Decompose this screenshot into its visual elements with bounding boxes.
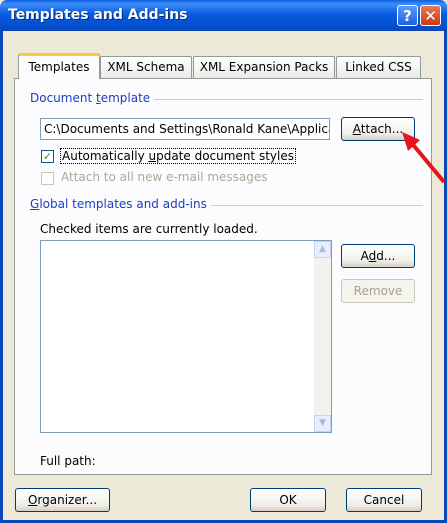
loaded-items-info: Checked items are currently loaded. <box>40 222 258 236</box>
templates-addins-dialog: Templates and Add-ins ? ✕ Templates XML … <box>0 0 447 523</box>
organizer-button[interactable]: Organizer... <box>15 488 110 512</box>
tab-linked-css[interactable]: Linked CSS <box>336 56 421 78</box>
list-scrollbar[interactable]: ▲ ▼ <box>314 241 331 432</box>
global-templates-list[interactable]: ▲ ▼ <box>40 240 332 433</box>
full-path-label: Full path: <box>40 454 96 468</box>
annotation-arrow-icon <box>402 132 446 184</box>
document-template-group-label: Document template <box>30 91 155 105</box>
title-bar[interactable]: Templates and Add-ins ? ✕ <box>0 0 447 31</box>
attach-email-checkbox[interactable] <box>41 172 54 185</box>
close-icon[interactable]: ✕ <box>420 5 441 26</box>
remove-button[interactable]: Remove <box>341 279 415 303</box>
auto-update-styles-checkbox[interactable]: ✓ <box>41 150 54 163</box>
scroll-up-icon[interactable]: ▲ <box>314 241 331 258</box>
ok-button[interactable]: OK <box>250 488 326 512</box>
scroll-down-icon[interactable]: ▼ <box>314 415 331 432</box>
cancel-button[interactable]: Cancel <box>346 488 422 512</box>
document-template-path-field[interactable]: C:\Documents and Settings\Ronald Kane\Ap… <box>40 118 330 140</box>
window-title: Templates and Add-ins <box>8 7 188 23</box>
auto-update-styles-label[interactable]: Automatically update document styles <box>60 148 296 164</box>
tab-xml-expansion-packs[interactable]: XML Expansion Packs <box>193 56 335 78</box>
window-frame-left <box>0 31 3 523</box>
add-button[interactable]: Add... <box>341 244 415 268</box>
attach-email-label: Attach to all new e-mail messages <box>61 170 268 184</box>
global-templates-group-label: Global templates and add-ins <box>30 197 211 211</box>
tab-xml-schema[interactable]: XML Schema <box>100 56 192 78</box>
tab-templates[interactable]: Templates <box>18 53 100 79</box>
help-icon[interactable]: ? <box>397 5 418 26</box>
